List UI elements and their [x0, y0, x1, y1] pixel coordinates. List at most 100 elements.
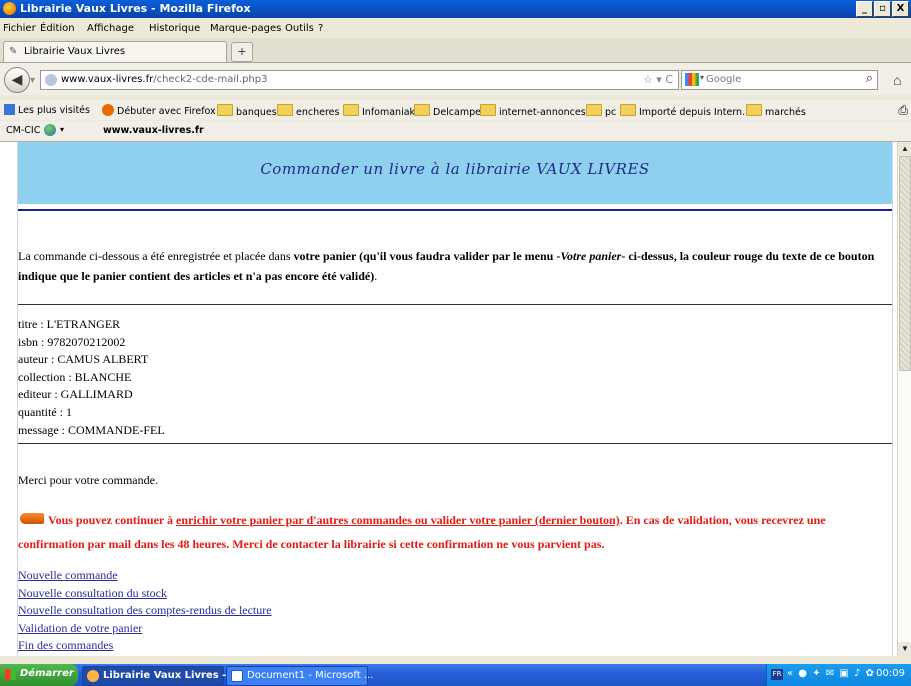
task-label: Document1 - Microsoft ... [247, 670, 374, 681]
folder-icon [620, 104, 636, 116]
menu-edition[interactable]: Édition [40, 23, 75, 34]
detail-titre: titre : L'ETRANGER [18, 317, 121, 331]
scroll-up-icon[interactable]: ▲ [898, 142, 911, 156]
bookmark-delcampe[interactable]: Delcampe [414, 104, 481, 118]
scrollbar-thumb[interactable] [899, 156, 911, 371]
firefox-icon [102, 104, 114, 116]
bookmark-star-icon[interactable]: ☆ ▾ C [643, 73, 673, 86]
banner-title: Commander un livre à la librairie VAUX L… [260, 160, 650, 178]
detail-auteur: auteur : CAMUS ALBERT [18, 352, 149, 367]
task-label: Librairie Vaux Livres -... [103, 670, 238, 681]
bookmark-most-visited[interactable]: Les plus visités [4, 104, 90, 116]
search-icon[interactable]: ⌕ [866, 71, 873, 86]
notice-text-1: Vous pouvez continuer à [48, 513, 177, 527]
page-icon: ✎ [9, 46, 18, 57]
link-fin-commandes[interactable]: Fin des commandes [18, 637, 272, 655]
bookmark-marches[interactable]: marchés [746, 104, 806, 118]
navigation-bar: ◀ ▾ www.vaux-livres.fr/check2-cde-mail.p… [0, 63, 911, 95]
back-button[interactable]: ◀ [4, 67, 30, 93]
tray-icons[interactable]: « ● ✦ ✉ ▣ ♪ ✿ [787, 668, 875, 679]
cm-cic-label[interactable]: CM-CIC [6, 125, 40, 136]
menu-affichage[interactable]: Affichage [87, 23, 134, 34]
bookmark-label: Delcampe [433, 107, 481, 118]
detail-message: message : COMMANDE-FEL [18, 422, 165, 437]
bookmark-banques[interactable]: banques [217, 104, 277, 118]
menu-historique[interactable]: Historique [149, 23, 200, 34]
google-logo-icon[interactable] [685, 73, 699, 86]
divider [18, 443, 892, 444]
word-document-icon [231, 670, 243, 682]
link-consultation-stock[interactable]: Nouvelle consultation du stock [18, 585, 272, 603]
bookmark-getting-started[interactable]: Débuter avec Firefox [102, 104, 216, 117]
bookmark-pc[interactable]: pc [586, 104, 616, 118]
banner-divider [18, 209, 892, 211]
minimize-button[interactable]: _ [856, 1, 873, 17]
bookmark-importe[interactable]: Importé depuis Intern... [620, 104, 751, 118]
folder-icon [586, 104, 602, 116]
most-visited-icon [4, 104, 15, 115]
page-banner: Commander un livre à la librairie VAUX L… [18, 142, 892, 204]
link-nouvelle-commande[interactable]: Nouvelle commande [18, 567, 272, 585]
url-bar[interactable]: www.vaux-livres.fr/check2-cde-mail.php3 … [40, 70, 679, 90]
pointing-hand-icon [20, 513, 44, 524]
bookmark-label: Infomaniak [362, 107, 416, 118]
folder-icon [746, 104, 762, 116]
action-links: Nouvelle commande Nouvelle consultation … [18, 567, 272, 655]
thanks-text: Merci pour votre commande. [18, 473, 158, 487]
menu-outils[interactable]: Outils [285, 23, 314, 34]
folder-icon [480, 104, 496, 116]
bookmark-label: Importé depuis Intern... [639, 107, 752, 118]
search-box[interactable]: ▾ Google ⌕ [681, 70, 878, 90]
tab-bar: ✎ Librairie Vaux Livres + [0, 38, 911, 63]
url-text: www.vaux-livres.fr/check2-cde-mail.php3 [61, 74, 267, 85]
folder-icon [414, 104, 430, 116]
bookmark-label: banques [236, 107, 277, 118]
folder-icon [277, 104, 293, 116]
page-body: Commander un livre à la librairie VAUX L… [17, 142, 893, 656]
search-placeholder: Google [706, 74, 742, 85]
bookmark-internet-annonces[interactable]: internet-annonces [480, 104, 586, 118]
bookmark-infomaniak[interactable]: Infomaniak [343, 104, 415, 118]
task-word[interactable]: Document1 - Microsoft ... [226, 666, 373, 686]
intro-votre-panier: Votre panier [560, 249, 622, 263]
close-button[interactable]: X [892, 1, 909, 17]
menu-help[interactable]: ? [318, 23, 323, 34]
window-controls: _ ▫ X [856, 1, 909, 17]
bookmark-label: Les plus visités [18, 105, 90, 116]
system-tray: FR « ● ✦ ✉ ▣ ♪ ✿ 00:09 [766, 664, 911, 686]
bookmark-label: pc [605, 107, 617, 118]
window-title: Librairie Vaux Livres - Mozilla Firefox [20, 2, 251, 15]
globe-icon[interactable] [44, 124, 56, 136]
scroll-down-icon[interactable]: ▼ [898, 642, 911, 656]
search-engine-dropdown-icon[interactable]: ▾ [700, 73, 704, 82]
enrich-cart-link[interactable]: enrichir votre panier par d'autres comma… [176, 513, 620, 527]
start-button[interactable]: Démarrer [0, 664, 78, 686]
print-icon[interactable]: ⎙ [898, 103, 908, 118]
site-identity-icon[interactable] [45, 74, 57, 86]
menu-fichier[interactable]: Fichier [3, 23, 36, 34]
link-comptes-rendus[interactable]: Nouvelle consultation des comptes-rendus… [18, 602, 272, 620]
language-indicator[interactable]: FR [771, 669, 783, 680]
window-title-bar: Librairie Vaux Livres - Mozilla Firefox … [0, 0, 911, 18]
maximize-button[interactable]: ▫ [874, 1, 891, 17]
new-tab-button[interactable]: + [231, 42, 253, 62]
chevron-down-icon[interactable]: ▾ [60, 125, 64, 134]
tab-librairie[interactable]: ✎ Librairie Vaux Livres [3, 41, 227, 62]
cm-cic-site[interactable]: www.vaux-livres.fr [103, 125, 204, 136]
intro-text-2: votre panier (qu'il vous faudra valider … [293, 249, 561, 263]
forward-dropdown-icon[interactable]: ▾ [30, 75, 35, 86]
bookmark-label: Débuter avec Firefox [117, 106, 216, 117]
firefox-icon [3, 2, 16, 15]
bookmark-encheres[interactable]: encheres [277, 104, 339, 118]
vertical-scrollbar[interactable]: ▲ ▼ [897, 142, 911, 656]
detail-quantite: quantité : 1 [18, 404, 72, 419]
task-firefox[interactable]: Librairie Vaux Livres -... [82, 666, 238, 686]
order-details: titre : L'ETRANGER isbn : 9782070212002 … [18, 316, 165, 439]
menu-marque-pages[interactable]: Marque-pages [210, 23, 281, 34]
link-validation-panier[interactable]: Validation de votre panier [18, 620, 272, 638]
tab-label: Librairie Vaux Livres [24, 46, 126, 57]
notice-text: Vous pouvez continuer à enrichir votre p… [18, 508, 892, 556]
windows-flag-icon [5, 669, 16, 680]
home-icon[interactable]: ⌂ [893, 72, 901, 88]
detail-editeur: editeur : GALLIMARD [18, 387, 133, 402]
